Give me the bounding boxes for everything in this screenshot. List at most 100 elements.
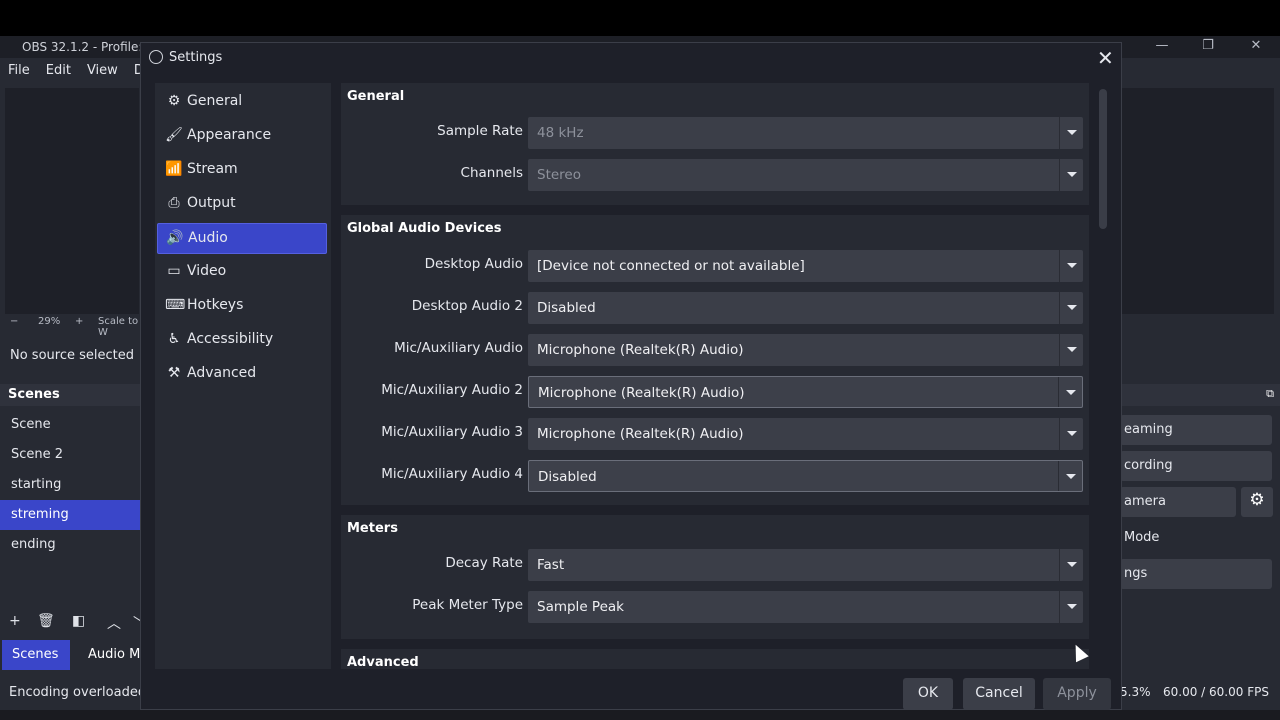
nav-output[interactable]: ⎙ Output bbox=[157, 189, 327, 220]
chevron-down-icon bbox=[1058, 461, 1082, 491]
cancel-button[interactable]: Cancel bbox=[963, 678, 1035, 710]
advanced-group: Advanced bbox=[341, 649, 1089, 669]
taskbar bbox=[0, 710, 1280, 720]
scale-label[interactable]: Scale to W bbox=[98, 316, 140, 338]
nav-label: Output bbox=[187, 195, 236, 211]
mic-aux-select[interactable]: Microphone (Realtek(R) Audio) bbox=[528, 334, 1083, 366]
mic-aux-4-label: Mic/Auxiliary Audio 4 bbox=[381, 466, 523, 482]
menu-edit[interactable]: Edit bbox=[38, 58, 79, 84]
peak-meter-label: Peak Meter Type bbox=[412, 597, 523, 613]
nav-label: General bbox=[187, 93, 243, 109]
zoom-out-icon[interactable]: − bbox=[10, 316, 18, 327]
chevron-down-icon bbox=[1059, 549, 1083, 581]
antenna-icon: 📶 bbox=[165, 161, 183, 177]
content-scrollbar[interactable] bbox=[1099, 89, 1107, 229]
gear-icon: ⚙ bbox=[167, 93, 181, 109]
dialog-title-bar: Settings ✕ bbox=[141, 43, 1121, 73]
mic-aux-2-value: Microphone (Realtek(R) Audio) bbox=[538, 385, 745, 401]
desktop-audio-2-select[interactable]: Disabled bbox=[528, 292, 1083, 324]
menu-file[interactable]: File bbox=[0, 58, 38, 84]
desktop-audio-select[interactable]: [Device not connected or not available] bbox=[528, 250, 1083, 282]
general-group: General Sample Rate 48 kHz Channels Ster… bbox=[341, 83, 1089, 205]
scene-item[interactable]: starting bbox=[0, 470, 140, 500]
preview-canvas-right[interactable] bbox=[1122, 88, 1274, 314]
scene-list: Scene Scene 2 starting streming ending bbox=[0, 410, 140, 560]
general-header: General bbox=[347, 89, 405, 104]
meters-group: Meters Decay Rate Fast Peak Meter Type S… bbox=[341, 515, 1089, 639]
mic-aux-3-value: Microphone (Realtek(R) Audio) bbox=[537, 426, 744, 442]
close-icon[interactable]: ✕ bbox=[1097, 46, 1114, 70]
mic-aux-3-label: Mic/Auxiliary Audio 3 bbox=[381, 424, 523, 440]
main-window-title: OBS 32.1.2 - Profile: U bbox=[22, 40, 155, 54]
trash-icon[interactable]: 🗑 bbox=[37, 613, 55, 629]
status-cpu: 5.3% bbox=[1120, 685, 1151, 699]
mic-aux-label: Mic/Auxiliary Audio bbox=[394, 340, 523, 356]
sample-rate-select[interactable]: 48 kHz bbox=[528, 117, 1083, 149]
scene-item[interactable]: Scene 2 bbox=[0, 440, 140, 470]
meters-header: Meters bbox=[347, 521, 398, 536]
zoom-bar: − 29% + Scale to W bbox=[0, 314, 140, 338]
sample-rate-value: 48 kHz bbox=[537, 125, 584, 141]
channels-label: Channels bbox=[460, 165, 523, 181]
status-encoding: Encoding overloaded! bbox=[9, 685, 152, 700]
settings-button[interactable]: ngs bbox=[1120, 559, 1272, 589]
nav-advanced[interactable]: ⚒ Advanced bbox=[157, 359, 327, 390]
nav-stream[interactable]: 📶 Stream bbox=[157, 155, 327, 186]
ok-button[interactable]: OK bbox=[903, 678, 953, 710]
mic-aux-4-select[interactable]: Disabled bbox=[528, 460, 1083, 492]
zoom-in-icon[interactable]: + bbox=[75, 316, 83, 327]
tab-scenes[interactable]: Scenes bbox=[2, 640, 70, 670]
mic-aux-2-label: Mic/Auxiliary Audio 2 bbox=[381, 382, 523, 398]
zoom-level: 29% bbox=[38, 316, 61, 327]
move-up-icon[interactable]: ︿ bbox=[107, 613, 121, 633]
scene-item[interactable]: ending bbox=[0, 530, 140, 560]
gear-icon[interactable]: ⚙ bbox=[1241, 487, 1273, 517]
decay-rate-select[interactable]: Fast bbox=[528, 549, 1083, 581]
nav-audio[interactable]: 🔊 Audio bbox=[157, 223, 327, 254]
scene-item[interactable]: Scene bbox=[0, 410, 140, 440]
settings-dialog: Settings ✕ ⚙ General 🖌 Appearance 📶 Stream … bbox=[140, 42, 1122, 710]
advanced-header: Advanced bbox=[347, 655, 419, 669]
chevron-down-icon bbox=[1059, 117, 1083, 149]
chevron-down-icon bbox=[1059, 418, 1083, 450]
filter-icon[interactable]: ◧ bbox=[72, 613, 85, 629]
peak-meter-select[interactable]: Sample Peak bbox=[528, 591, 1083, 623]
appearance-icon: 🖌 bbox=[165, 127, 183, 143]
start-recording-button[interactable]: cording bbox=[1120, 451, 1272, 481]
controls-header: ⧉ bbox=[1122, 384, 1280, 406]
chevron-down-icon bbox=[1059, 334, 1083, 366]
nav-accessibility[interactable]: ♿ Accessibility bbox=[157, 325, 327, 356]
settings-content: General Sample Rate 48 kHz Channels Ster… bbox=[339, 83, 1091, 669]
nav-hotkeys[interactable]: ⌨ Hotkeys bbox=[157, 291, 327, 322]
nav-appearance[interactable]: 🖌 Appearance bbox=[157, 121, 327, 152]
menu-view[interactable]: View bbox=[79, 58, 126, 84]
dock-tabs: Scenes Audio M bbox=[0, 640, 140, 670]
nav-general[interactable]: ⚙ General bbox=[157, 87, 327, 118]
scene-toolbar: + 🗑 ◧ ︿ ﹀ bbox=[0, 612, 147, 634]
speaker-icon: 🔊 bbox=[166, 230, 184, 246]
devices-group: Global Audio Devices Desktop Audio [Devi… bbox=[341, 215, 1089, 505]
chevron-down-icon bbox=[1059, 250, 1083, 282]
nav-video[interactable]: ▭ Video bbox=[157, 257, 327, 288]
nav-label: Appearance bbox=[187, 127, 272, 143]
desktop-audio-label: Desktop Audio bbox=[424, 256, 523, 272]
apply-button[interactable]: Apply bbox=[1043, 678, 1111, 710]
scene-item-selected[interactable]: streming bbox=[0, 500, 140, 530]
preview-canvas[interactable] bbox=[5, 88, 139, 314]
settings-nav: ⚙ General 🖌 Appearance 📶 Stream ⎙ Output 🔊 Au… bbox=[155, 83, 331, 669]
chevron-down-icon bbox=[1059, 159, 1083, 191]
add-scene-icon[interactable]: + bbox=[9, 613, 21, 629]
close-main-icon[interactable]: ✕ bbox=[1246, 38, 1266, 53]
start-streaming-button[interactable]: eaming bbox=[1120, 415, 1272, 445]
studio-mode-button[interactable]: Mode bbox=[1120, 523, 1272, 553]
mic-aux-3-select[interactable]: Microphone (Realtek(R) Audio) bbox=[528, 418, 1083, 450]
restore-icon[interactable]: ❐ bbox=[1198, 38, 1218, 53]
output-icon: ⎙ bbox=[168, 195, 180, 211]
channels-select[interactable]: Stereo bbox=[528, 159, 1083, 191]
virtual-camera-button[interactable]: amera bbox=[1120, 487, 1236, 517]
decay-rate-value: Fast bbox=[537, 557, 565, 573]
mic-aux-2-select[interactable]: Microphone (Realtek(R) Audio) bbox=[528, 376, 1083, 408]
undock-icon[interactable]: ⧉ bbox=[1266, 387, 1274, 401]
minimize-icon[interactable]: — bbox=[1152, 38, 1172, 53]
dialog-title: Settings bbox=[169, 50, 223, 65]
